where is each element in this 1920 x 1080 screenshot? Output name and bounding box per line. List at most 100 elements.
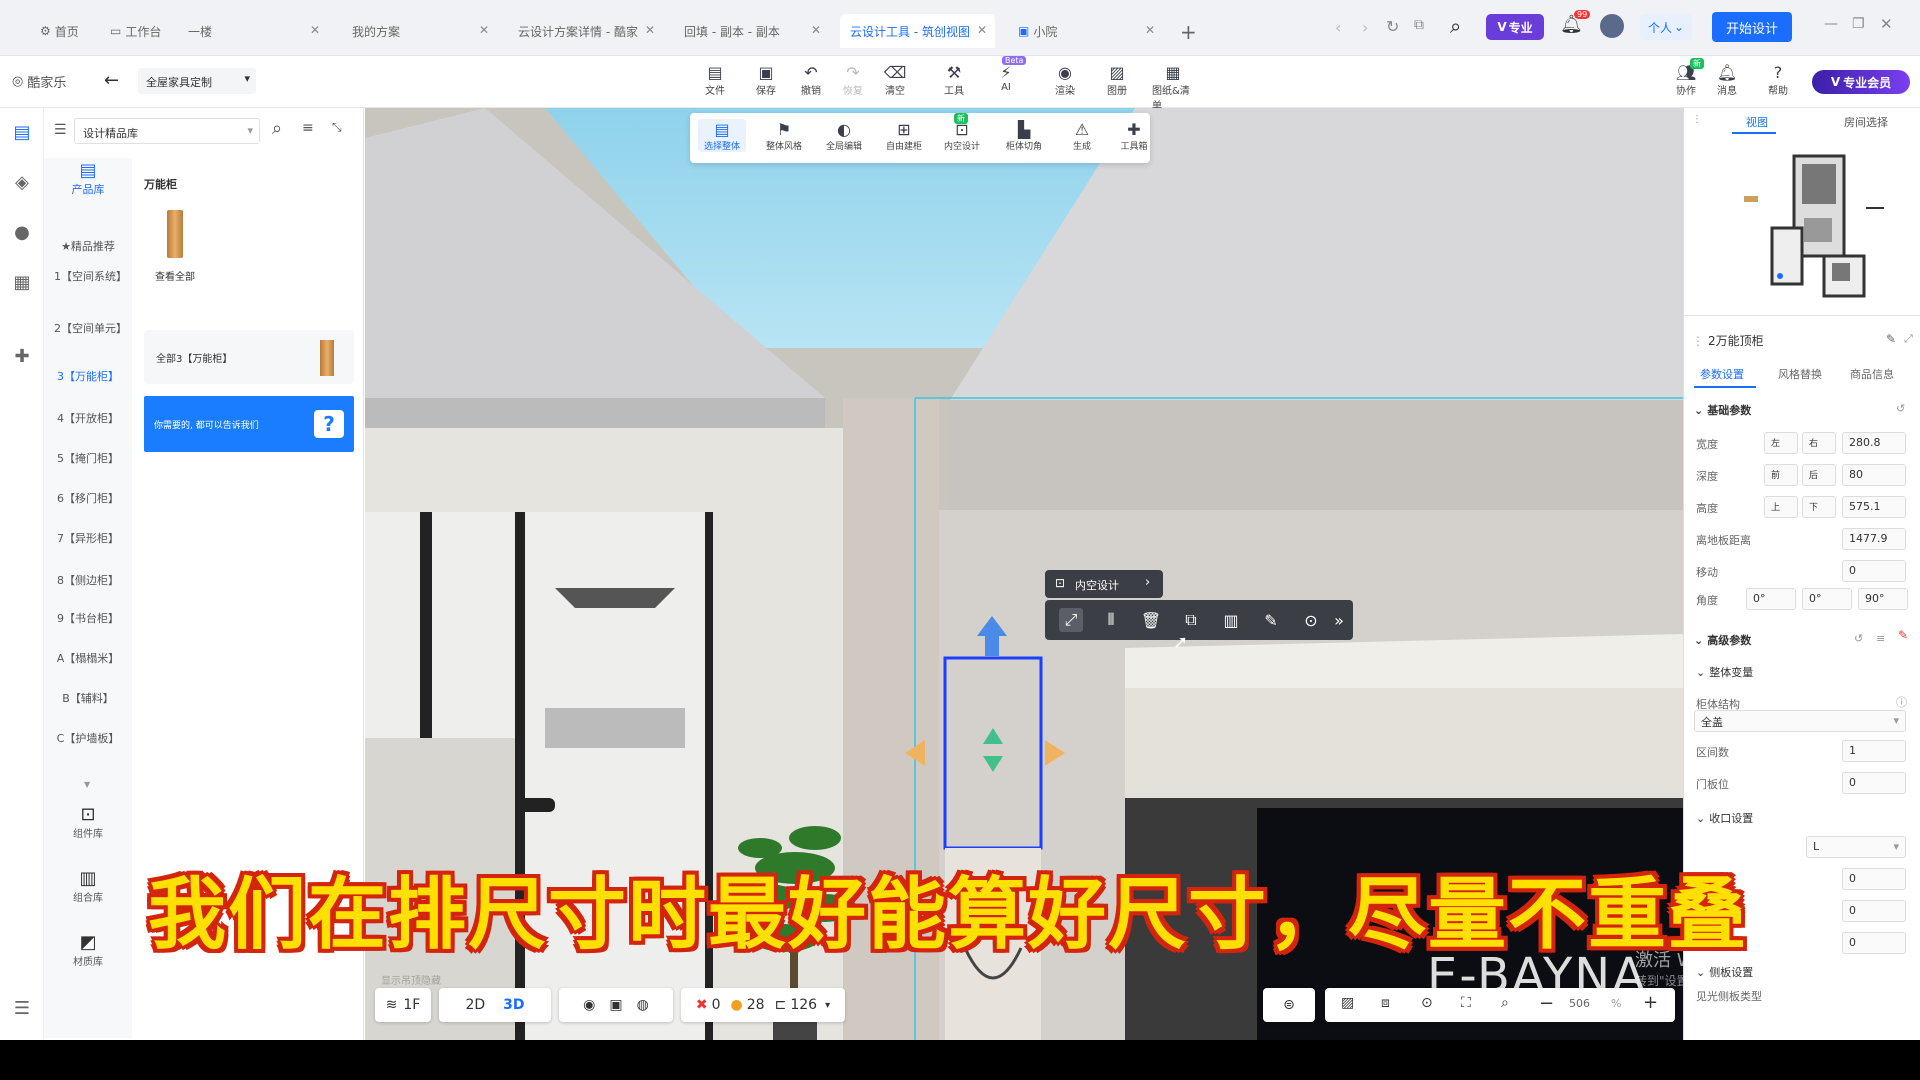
side-settings-header[interactable]: ⌄ 侧板设置 — [1696, 964, 1753, 980]
category-item[interactable]: 9【书台柜】 — [44, 612, 132, 626]
back-arrow-icon[interactable]: ‹ — [1335, 18, 1341, 37]
subtool-corner-cut[interactable]: ▙ 柜体切角 — [1000, 119, 1048, 153]
maximize-icon[interactable]: ❐ — [1852, 16, 1865, 32]
tab-params[interactable]: 参数设置 — [1700, 366, 1744, 382]
split-icon[interactable]: ⦀ — [1099, 608, 1123, 632]
category-item[interactable]: 8【侧边柜】 — [44, 574, 132, 588]
category-item[interactable]: 3【万能柜】 — [44, 370, 132, 384]
camera-icon[interactable]: ⊙ — [1421, 995, 1433, 1011]
category-item[interactable]: A【榻榻米】 — [44, 652, 132, 666]
param-value-input[interactable]: 80 — [1842, 464, 1906, 486]
lock-option-button[interactable]: 左 — [1764, 432, 1798, 454]
floor-selector[interactable]: ≋ 1F — [375, 988, 431, 1022]
menu-tool-file[interactable]: ▤ 文件 — [694, 62, 736, 98]
param-value-input[interactable]: 280.8 — [1842, 432, 1906, 454]
angle-y-input[interactable]: 0° — [1802, 588, 1852, 610]
pro-badge[interactable]: V 专业 — [1486, 14, 1544, 40]
brush-icon[interactable]: ✎ — [1259, 608, 1283, 632]
tab-style[interactable]: 风格替换 — [1778, 366, 1822, 382]
category-item[interactable]: 1【空间系统】 — [44, 270, 132, 284]
refresh-icon[interactable]: ↻ — [1386, 17, 1399, 36]
close-icon[interactable]: ✕ — [977, 23, 987, 37]
user-icon[interactable]: ● — [10, 220, 34, 244]
zoom-region-icon[interactable]: ⌕ — [1501, 995, 1509, 1011]
tab-my-plans[interactable]: 我的方案 ✕ — [342, 14, 497, 48]
tab-view[interactable]: 视图 — [1746, 114, 1768, 130]
lock-option-button[interactable]: 后 — [1802, 464, 1836, 486]
material-library[interactable]: ◩ 材质库 — [66, 932, 110, 968]
layers-icon[interactable]: ☰ — [10, 996, 34, 1020]
tab-courtyard[interactable]: ▣ 小院 ✕ — [1008, 14, 1163, 48]
edge-settings-header[interactable]: ⌄ 收口设置 — [1696, 810, 1753, 826]
catalog-icon[interactable]: ▤ — [10, 120, 34, 144]
close-icon[interactable]: ✕ — [1145, 23, 1155, 37]
view-all-card[interactable]: 查看全部 — [144, 202, 206, 288]
forward-arrow-icon[interactable]: › — [1362, 18, 1368, 37]
tab-floor1[interactable]: 一楼 ✕ — [178, 14, 328, 48]
close-icon[interactable]: ✕ — [645, 23, 655, 37]
personal-dropdown[interactable]: 个人 ⌄ — [1640, 14, 1692, 40]
restore-icon[interactable]: ⧉ — [1414, 17, 1424, 33]
drag-handle-icon[interactable]: ⋮ — [1692, 114, 1702, 125]
menu-tool-ai[interactable]: ⚡ AI — [985, 62, 1027, 94]
overall-vars-header[interactable]: ⌄ 整体变量 — [1696, 664, 1753, 680]
tab-product-info[interactable]: 商品信息 — [1850, 366, 1894, 382]
tab-design-tool[interactable]: 云设计工具 - 筑创视图 ✕ — [840, 14, 995, 48]
param-value-input[interactable]: 575.1 — [1842, 496, 1906, 518]
subtool-free-cabinet[interactable]: ⊞ 自由建柜 — [880, 119, 928, 153]
new-tab-button[interactable]: + — [1180, 20, 1197, 44]
more-icon[interactable]: » — [1331, 608, 1347, 632]
combo-library[interactable]: ▥ 组合库 — [66, 868, 110, 904]
menu-tool-redo[interactable]: ↷ 恢复 — [832, 62, 874, 98]
menu-tool-render[interactable]: ◉ 渲染 — [1044, 62, 1086, 98]
columns-icon[interactable]: ▥ — [1219, 608, 1243, 632]
component-library[interactable]: ⊡ 组件库 — [66, 804, 110, 840]
basic-params-header[interactable]: ⌄ 基础参数 — [1694, 402, 1751, 418]
menu-tool-album[interactable]: ▨ 图册 — [1096, 62, 1138, 98]
model-icon[interactable]: ◈ — [10, 170, 34, 194]
zoom-out-icon[interactable]: − — [1539, 993, 1554, 1014]
zone-count-input[interactable]: 1 — [1842, 740, 1906, 762]
screenshot-icon[interactable]: ⧈ — [1381, 995, 1390, 1011]
structure-select[interactable]: 全盖 ▾ — [1694, 710, 1906, 732]
store-icon[interactable]: ▦ — [10, 270, 34, 294]
tab-copy[interactable]: 回填 - 副本 - 副本 ✕ — [674, 14, 829, 48]
brush-icon[interactable]: ✎ — [1898, 628, 1908, 642]
close-icon[interactable]: ✕ — [310, 23, 320, 37]
subtool-generate[interactable]: ⚠ 生成 — [1058, 119, 1106, 153]
zoom-value[interactable]: 506 — [1569, 997, 1590, 1010]
angle-z-input[interactable]: 90° — [1858, 588, 1908, 610]
collapse-icon[interactable]: ⤡ — [332, 120, 342, 135]
list-icon[interactable]: ≡ — [1876, 632, 1885, 645]
subtool-global-edit[interactable]: ◐ 全局编辑 — [820, 119, 868, 153]
zoom-in-icon[interactable]: + — [1643, 992, 1658, 1013]
compass-icon[interactable]: ◍ — [637, 997, 649, 1013]
lock-option-button[interactable]: 上 — [1764, 496, 1798, 518]
start-design-button[interactable]: 开始设计 — [1712, 12, 1792, 42]
category-item[interactable]: 5【掩门柜】 — [44, 452, 132, 466]
settings-toggle[interactable]: ⊜ — [1263, 988, 1315, 1022]
list-icon[interactable]: ☰ — [54, 122, 67, 138]
lock-option-button[interactable]: 前 — [1764, 464, 1798, 486]
filter-icon[interactable]: ≡ — [302, 120, 314, 136]
category-item[interactable]: 6【移门柜】 — [44, 492, 132, 506]
select-icon[interactable]: ⤢ — [1059, 608, 1083, 632]
subtool-toolbox[interactable]: ✚ 工具箱 — [1110, 119, 1158, 153]
edge-input-1[interactable]: 0 — [1842, 868, 1906, 890]
puzzle-icon[interactable]: ✚ — [10, 344, 34, 368]
category-item[interactable]: 4【开放柜】 — [44, 412, 132, 426]
category-item[interactable]: 2【空间单元】 — [44, 322, 132, 336]
brand-logo[interactable]: ◎ 酷家乐 — [12, 72, 66, 91]
edge-input-2[interactable]: 0 — [1842, 900, 1906, 922]
category-item[interactable]: 7【异形柜】 — [44, 532, 132, 546]
category-item[interactable]: C【护墙板】 — [44, 732, 132, 746]
edge-select[interactable]: L ▾ — [1806, 836, 1906, 858]
menu-tool-eraser[interactable]: ⌫ 清空 — [874, 62, 916, 98]
issue-counter[interactable]: ✖ 0 ● 28 ⊏ 126 ▾ — [681, 988, 845, 1022]
close-icon[interactable]: ✕ — [811, 23, 821, 37]
minimize-icon[interactable]: — — [1824, 16, 1838, 32]
info-icon[interactable]: ⓘ — [1896, 694, 1907, 710]
reset-icon[interactable]: ↺ — [1854, 632, 1863, 645]
category-item[interactable]: B【辅料】 — [44, 692, 132, 706]
tab-home[interactable]: ⚙ 首页 — [30, 14, 90, 48]
